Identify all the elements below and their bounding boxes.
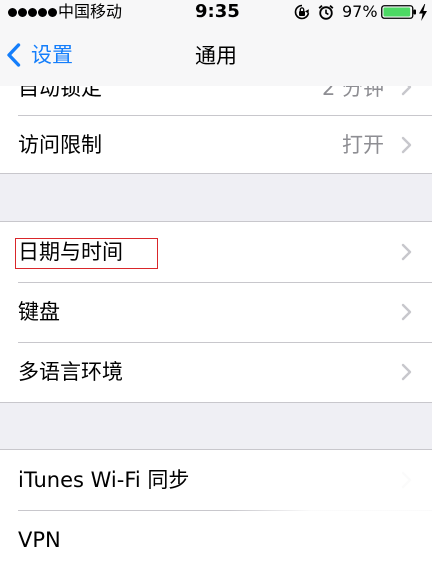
row-label: 多语言环境 (18, 360, 123, 384)
list-item-itunes-wifi-sync[interactable]: iTunes Wi-Fi 同步 (0, 450, 432, 510)
list-item-keyboard[interactable]: 键盘 (0, 282, 432, 342)
battery-percentage: 97% (342, 2, 378, 21)
chevron-right-icon (401, 303, 412, 321)
chevron-left-icon (7, 43, 21, 67)
chevron-right-icon (401, 471, 412, 489)
chevron-right-icon (401, 243, 412, 261)
list-item-restrictions[interactable]: 访问限制 打开 (0, 115, 432, 173)
row-label: iTunes Wi-Fi 同步 (18, 468, 190, 492)
list-item-date-time[interactable]: 日期与时间 (0, 222, 432, 282)
row-value: 打开 (342, 133, 384, 157)
alarm-icon (318, 4, 334, 20)
rotation-lock-icon (294, 4, 310, 20)
list-item-language-region[interactable]: 多语言环境 (0, 342, 432, 402)
signal-dots-icon (8, 8, 62, 19)
row-label: VPN (18, 528, 61, 552)
chevron-right-icon (401, 136, 412, 154)
battery-icon (381, 5, 416, 19)
settings-group-sync-vpn: iTunes Wi-Fi 同步 VPN (0, 449, 432, 570)
carrier-name: 中国移动 (58, 2, 123, 21)
navigation-bar: 设置 通用 (0, 26, 432, 86)
status-bar: 中国移动 9:35 97% (0, 0, 432, 26)
chevron-right-icon (401, 363, 412, 381)
list-item-vpn[interactable]: VPN (0, 510, 432, 570)
back-button[interactable]: 设置 (6, 38, 73, 72)
status-time: 9:35 (195, 1, 240, 22)
row-label: 键盘 (18, 300, 60, 324)
row-label: 日期与时间 (18, 240, 123, 264)
charging-icon (419, 4, 427, 21)
settings-group-date-keyboard-language: 日期与时间 键盘 多语言环境 (0, 221, 432, 403)
row-label: 访问限制 (18, 133, 102, 157)
back-button-label: 设置 (31, 43, 73, 67)
